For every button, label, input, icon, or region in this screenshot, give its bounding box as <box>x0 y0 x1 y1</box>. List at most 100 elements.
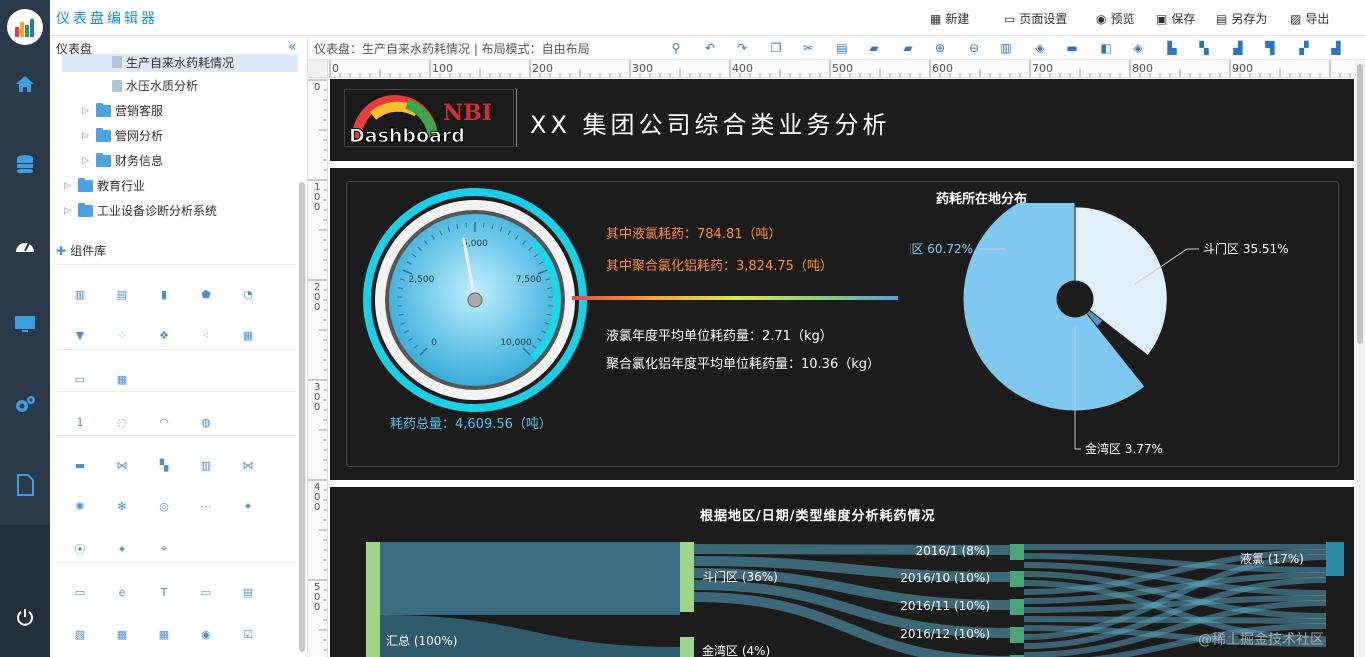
component-icon[interactable]: ☑ <box>240 626 256 642</box>
component-icon[interactable]: T <box>156 584 172 600</box>
design-canvas[interactable]: NBI Dashboard XX 集团公司综合类业务分析 0 2,500 5,000… <box>330 79 1354 657</box>
align-center-icon[interactable]: ▚ <box>1196 40 1212 56</box>
sankey-node-date <box>1010 571 1024 587</box>
component-icon[interactable]: ▭ <box>72 584 88 600</box>
component-icon[interactable]: ◔ <box>240 286 256 302</box>
expand-arrow-icon[interactable]: ▷ <box>82 106 92 116</box>
layer-icon[interactable]: ◈ <box>1032 40 1048 56</box>
component-icon[interactable]: ⁖ <box>198 327 214 343</box>
export-button[interactable]: ▨ 导出 <box>1290 10 1329 27</box>
component-icon[interactable]: ⁘ <box>114 327 130 343</box>
align-middle-icon[interactable]: ▞ <box>1296 40 1312 56</box>
save-button[interactable]: ▣ 保存 <box>1156 10 1195 27</box>
component-icon[interactable]: ▥ <box>198 457 214 473</box>
ruler-top: 0 100 200 300 400 500 600 700 800 900 <box>328 60 1355 78</box>
tree-scrollbar[interactable] <box>299 182 305 652</box>
ruler-label: 900 <box>1232 62 1253 75</box>
ruler-label: 0 <box>314 602 320 613</box>
home-icon[interactable] <box>0 64 50 104</box>
page-setup-button[interactable]: ▭ 页面设置 <box>1004 10 1067 27</box>
component-icon[interactable]: ✺ <box>72 498 88 514</box>
component-icon[interactable]: 1 <box>72 414 88 430</box>
component-icon[interactable]: ⌖ <box>156 541 172 557</box>
unlock-icon[interactable]: ▰ <box>900 40 916 56</box>
gauge-pie-panel[interactable]: 0 2,500 5,000 7,500 10,000 耗药总量：4,609.56（吨） … <box>330 168 1354 480</box>
component-icon[interactable]: e <box>114 584 130 600</box>
align-bottom-icon[interactable]: ▟ <box>1328 40 1344 56</box>
monitor-icon[interactable] <box>0 304 50 344</box>
dashboard-icon[interactable] <box>0 226 50 266</box>
bring-front-icon[interactable]: ▬ <box>1064 40 1080 56</box>
cut-icon[interactable]: ✂ <box>800 40 816 56</box>
component-icon[interactable]: ▦ <box>156 626 172 642</box>
dashboard-header-panel[interactable]: NBI Dashboard XX 集团公司综合类业务分析 <box>330 79 1354 161</box>
tree-item-dashboard-2[interactable]: 水压水质分析 <box>112 77 198 94</box>
tree-folder-marketing[interactable]: ▷ 营销客服 <box>82 102 163 119</box>
paste-icon[interactable]: ▤ <box>834 40 850 56</box>
component-icon[interactable]: ◌ <box>114 414 130 430</box>
component-icon[interactable]: ▦ <box>240 327 256 343</box>
component-icon[interactable]: ▼ <box>72 327 88 343</box>
zoom-out-icon[interactable]: ⊖ <box>966 40 982 56</box>
tree-folder-finance[interactable]: ▷ 财务信息 <box>82 152 163 169</box>
tree-folder-education[interactable]: ▷ 教育行业 <box>64 177 145 194</box>
component-icon[interactable]: ❖ <box>156 327 172 343</box>
redo-icon[interactable]: ↷ <box>734 40 750 56</box>
component-icon[interactable]: ▭ <box>198 584 214 600</box>
link-icon[interactable]: ⚲ <box>668 40 684 56</box>
database-icon[interactable] <box>0 145 50 185</box>
tree-folder-industrial[interactable]: ▷ 工业设备诊断分析系统 <box>64 202 217 219</box>
scroll-thumb[interactable] <box>1357 64 1363 344</box>
preview-button[interactable]: ◉ 预览 <box>1096 10 1135 27</box>
canvas-scrollbar[interactable] <box>1355 60 1365 657</box>
component-icon[interactable]: ▥ <box>72 286 88 302</box>
component-icon[interactable]: ▤ <box>240 584 256 600</box>
new-button[interactable]: ▦ 新建 <box>930 10 969 27</box>
save-as-button[interactable]: ▤ 另存为 <box>1216 10 1267 27</box>
power-icon[interactable] <box>0 597 50 637</box>
expand-arrow-icon[interactable]: ▷ <box>82 156 92 166</box>
copy-icon[interactable]: ❐ <box>768 40 784 56</box>
component-icon[interactable]: ◎ <box>156 498 172 514</box>
component-icon[interactable]: ⋯ <box>198 498 214 514</box>
component-icon[interactable]: ▭ <box>72 371 88 387</box>
tree-item-dashboard-1[interactable]: 生产自来水药耗情况 <box>112 55 234 69</box>
tree-folder-pipenet[interactable]: ▷ 管网分析 <box>82 127 163 144</box>
expand-arrow-icon[interactable]: ▷ <box>64 181 74 191</box>
component-icon[interactable]: ✦ <box>114 541 130 557</box>
component-icon[interactable]: ◉ <box>198 626 214 642</box>
collapse-icon[interactable]: « <box>288 39 297 55</box>
component-icon[interactable]: ▦ <box>114 371 130 387</box>
align-left-icon[interactable]: ▙ <box>1164 40 1180 56</box>
logo-nbi: NBI <box>443 100 492 126</box>
component-icon[interactable]: ⋈ <box>240 457 256 473</box>
delete-icon[interactable]: ▥ <box>998 40 1014 56</box>
pie-chart[interactable]: 香洲区 60.72% 斗门区 35.51% 金湾区 3.77% <box>910 203 1350 473</box>
component-icon[interactable]: ▚ <box>156 457 172 473</box>
component-icon[interactable]: ▮ <box>156 286 172 302</box>
component-icon[interactable]: ⦿ <box>72 541 88 557</box>
component-icon[interactable]: ◠ <box>156 414 172 430</box>
component-icon[interactable]: ▧ <box>72 626 88 642</box>
component-icon[interactable]: ✦ <box>240 498 256 514</box>
align-top-icon[interactable]: ▜ <box>1262 40 1278 56</box>
zoom-in-icon[interactable]: ⊕ <box>932 40 948 56</box>
lock-icon[interactable]: ▰ <box>866 40 882 56</box>
align-right-icon[interactable]: ▟ <box>1230 40 1246 56</box>
component-icon[interactable]: ▤ <box>114 286 130 302</box>
component-icon[interactable]: ◍ <box>198 414 214 430</box>
gauge-chart[interactable]: 02,5005,0007,50010,000 <box>360 188 590 418</box>
sankey-label-liquid-chlorine: 液氯 (17%) <box>1240 551 1304 566</box>
send-back-icon[interactable]: ◧ <box>1098 40 1114 56</box>
settings-icon[interactable] <box>0 385 50 425</box>
expand-arrow-icon[interactable]: ▷ <box>64 206 74 216</box>
expand-arrow-icon[interactable]: ▷ <box>82 131 92 141</box>
component-icon[interactable]: ▦ <box>114 626 130 642</box>
component-icon[interactable]: ▬ <box>72 457 88 473</box>
pdf-icon[interactable] <box>0 465 50 505</box>
component-icon[interactable]: ⋈ <box>114 457 130 473</box>
component-icon[interactable]: ⬟ <box>198 286 214 302</box>
component-icon[interactable]: ✻ <box>114 498 130 514</box>
group-icon[interactable]: ◈ <box>1130 40 1146 56</box>
undo-icon[interactable]: ↶ <box>702 40 718 56</box>
